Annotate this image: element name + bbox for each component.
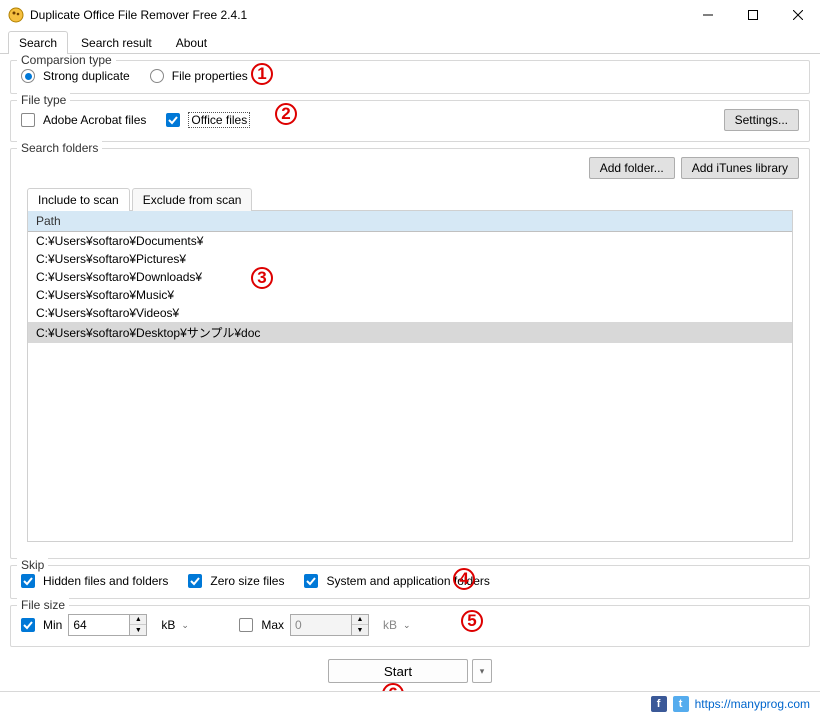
start-button[interactable]: Start	[328, 659, 468, 683]
chevron-down-icon: ⌄	[181, 620, 189, 631]
tab-search-result[interactable]: Search result	[70, 31, 163, 54]
skip-legend: Skip	[17, 558, 48, 572]
path-row[interactable]: C:¥Users¥softaro¥Downloads¥	[28, 268, 792, 286]
comparison-legend: Comparsion type	[17, 54, 116, 67]
subtab-include[interactable]: Include to scan	[27, 188, 130, 211]
radio-strong-duplicate[interactable]	[21, 69, 35, 83]
min-value[interactable]	[69, 615, 129, 635]
subtab-exclude[interactable]: Exclude from scan	[132, 188, 253, 211]
checkbox-zero[interactable]	[188, 574, 202, 588]
spinner-down-icon[interactable]: ▼	[130, 625, 146, 635]
content-area: Comparsion type Strong duplicate File pr…	[0, 54, 820, 691]
filesize-legend: File size	[17, 598, 69, 612]
max-spinner[interactable]: ▲▼	[290, 614, 369, 636]
filesize-group: File size Min ▲▼ kB⌄ Max ▲▼ kB⌄ 5	[10, 605, 810, 647]
caret-down-icon: ▾	[480, 666, 485, 677]
search-folders-group: Search folders Add folder... Add iTunes …	[10, 148, 810, 559]
path-row[interactable]: C:¥Users¥softaro¥Pictures¥	[28, 250, 792, 268]
minimize-button[interactable]	[685, 0, 730, 30]
app-icon	[8, 7, 24, 23]
checkbox-acrobat[interactable]	[21, 113, 35, 127]
checkbox-acrobat-label[interactable]: Adobe Acrobat files	[43, 113, 146, 127]
footer-link[interactable]: https://manyprog.com	[695, 697, 810, 711]
close-button[interactable]	[775, 0, 820, 30]
min-spinner[interactable]: ▲▼	[68, 614, 147, 636]
path-header[interactable]: Path	[28, 211, 792, 232]
radio-file-properties[interactable]	[150, 69, 164, 83]
folder-subtabs: Include to scan Exclude from scan	[27, 187, 799, 210]
footer: f t https://manyprog.com	[0, 691, 820, 715]
path-row[interactable]: C:¥Users¥softaro¥Documents¥	[28, 232, 792, 250]
path-row-selected[interactable]: C:¥Users¥softaro¥Desktop¥サンプル¥doc	[28, 322, 792, 343]
tab-about[interactable]: About	[165, 31, 218, 54]
comparison-group: Comparsion type Strong duplicate File pr…	[10, 60, 810, 94]
add-itunes-button[interactable]: Add iTunes library	[681, 157, 799, 179]
settings-button[interactable]: Settings...	[724, 109, 799, 131]
radio-fileprops-label[interactable]: File properties	[172, 69, 248, 83]
filetype-legend: File type	[17, 93, 70, 107]
skip-group: Skip Hidden files and folders Zero size …	[10, 565, 810, 599]
titlebar: Duplicate Office File Remover Free 2.4.1	[0, 0, 820, 30]
start-row: Start ▾ 6	[10, 653, 810, 691]
checkbox-zero-label[interactable]: Zero size files	[210, 574, 284, 588]
add-folder-button[interactable]: Add folder...	[589, 157, 675, 179]
radio-strong-label[interactable]: Strong duplicate	[43, 69, 130, 83]
max-unit-combo: kB⌄	[375, 614, 425, 636]
search-folders-legend: Search folders	[17, 141, 102, 155]
min-label[interactable]: Min	[43, 618, 62, 632]
path-row[interactable]: C:¥Users¥softaro¥Music¥	[28, 286, 792, 304]
min-unit-combo[interactable]: kB⌄	[153, 614, 203, 636]
max-label[interactable]: Max	[261, 618, 284, 632]
window-title: Duplicate Office File Remover Free 2.4.1	[30, 8, 685, 22]
checkbox-system-label[interactable]: System and application folders	[326, 574, 489, 588]
path-table[interactable]: Path C:¥Users¥softaro¥Documents¥ C:¥User…	[27, 210, 793, 542]
checkbox-min[interactable]	[21, 618, 35, 632]
annotation-6: 6	[382, 683, 404, 691]
spinner-down-icon[interactable]: ▼	[352, 625, 368, 635]
twitter-icon[interactable]: t	[673, 696, 689, 712]
checkbox-office-label[interactable]: Office files	[188, 112, 250, 128]
spinner-up-icon[interactable]: ▲	[130, 615, 146, 625]
start-dropdown[interactable]: ▾	[472, 659, 492, 683]
max-value	[291, 615, 351, 635]
checkbox-system[interactable]	[304, 574, 318, 588]
tab-search[interactable]: Search	[8, 31, 68, 54]
spinner-up-icon[interactable]: ▲	[352, 615, 368, 625]
facebook-icon[interactable]: f	[651, 696, 667, 712]
filetype-group: File type Adobe Acrobat files Office fil…	[10, 100, 810, 142]
checkbox-office[interactable]	[166, 113, 180, 127]
path-row[interactable]: C:¥Users¥softaro¥Videos¥	[28, 304, 792, 322]
chevron-down-icon: ⌄	[403, 620, 411, 631]
checkbox-max[interactable]	[239, 618, 253, 632]
maximize-button[interactable]	[730, 0, 775, 30]
checkbox-hidden[interactable]	[21, 574, 35, 588]
checkbox-hidden-label[interactable]: Hidden files and folders	[43, 574, 168, 588]
main-tabs: Search Search result About	[0, 30, 820, 54]
